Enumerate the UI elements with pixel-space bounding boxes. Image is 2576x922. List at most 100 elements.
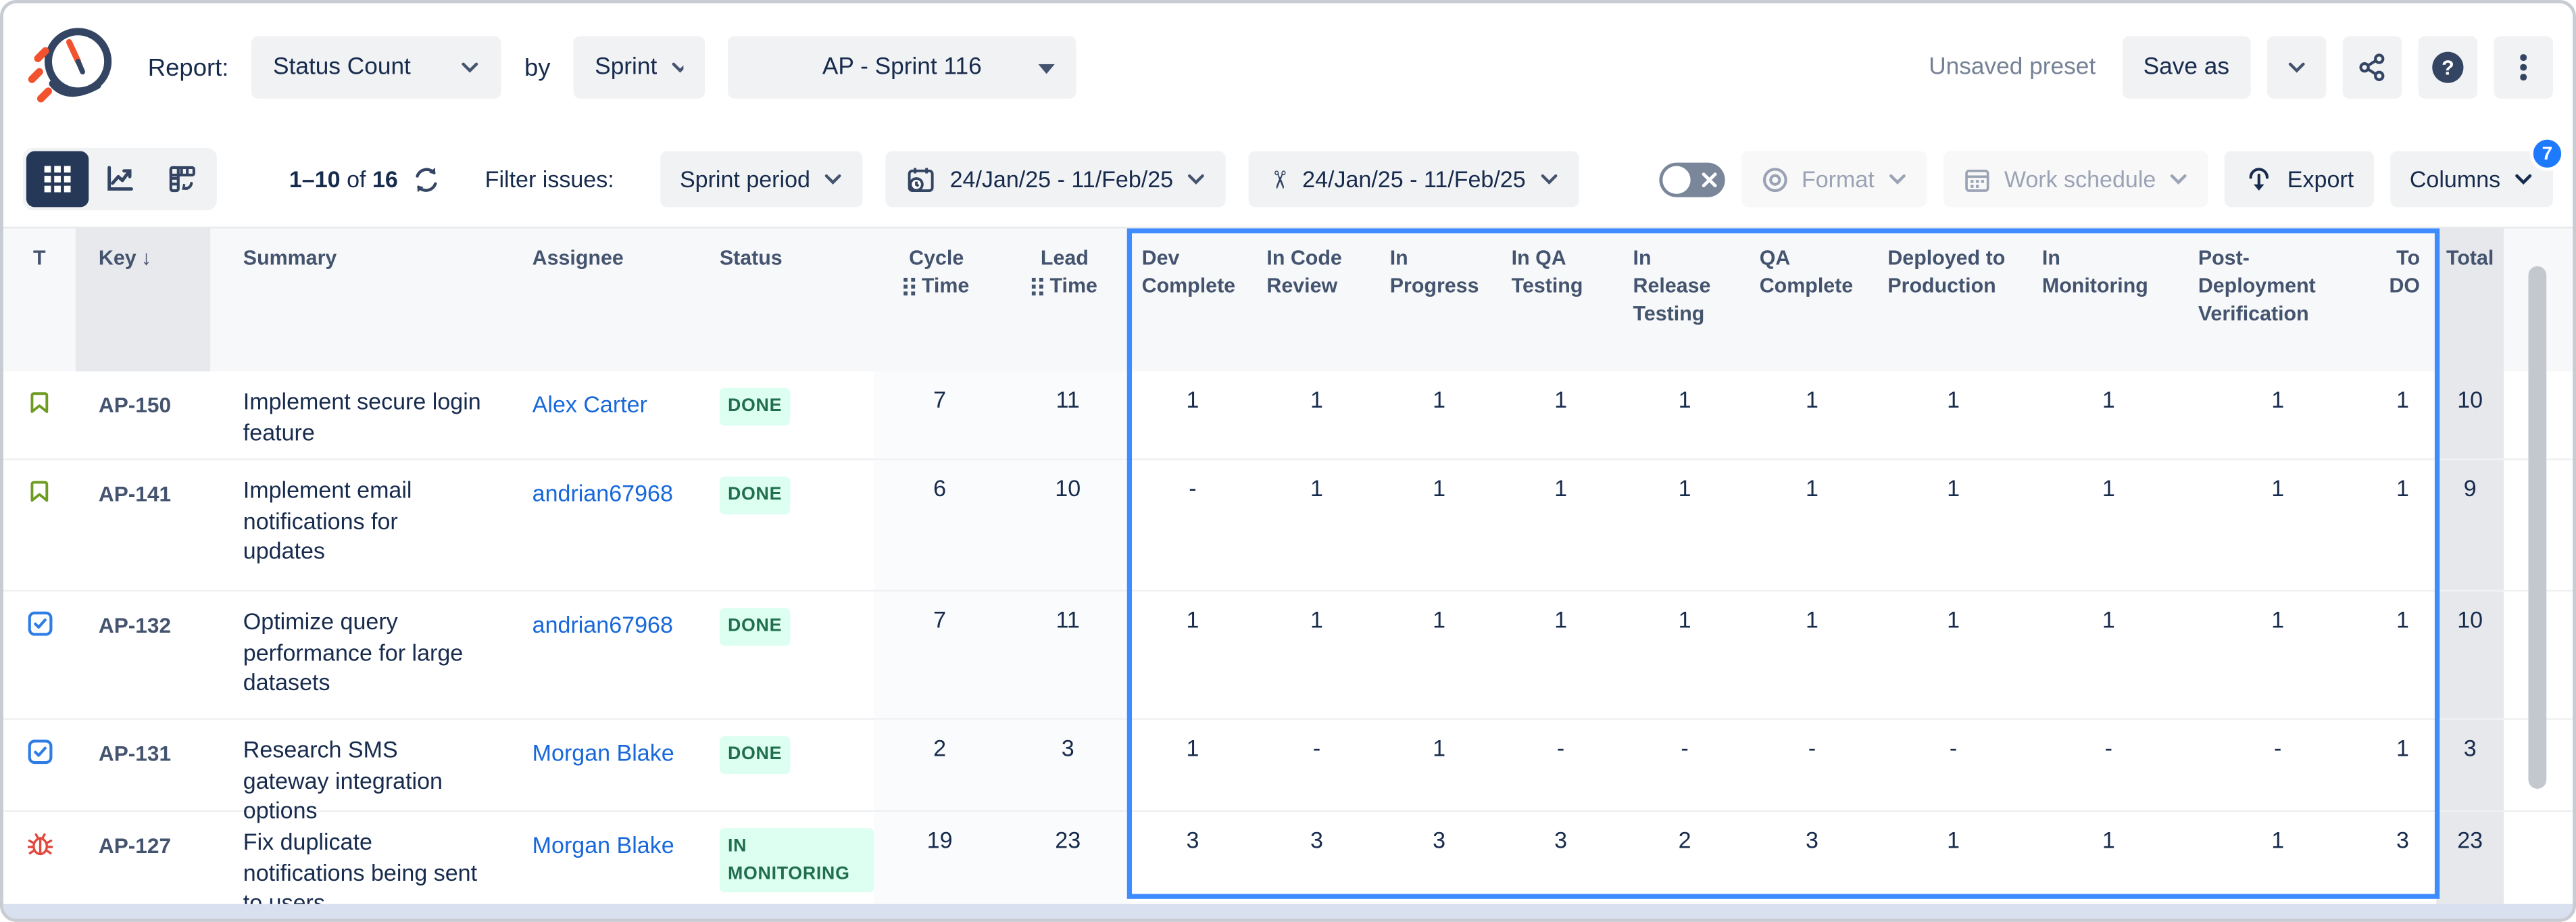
refresh-button[interactable]: [411, 164, 442, 195]
report-table: T Key↓ Summary Assignee Status Cycle Tim…: [3, 226, 2573, 919]
column-header-dev-complete[interactable]: Dev Complete: [1131, 228, 1256, 372]
column-header-post-deployment-verification[interactable]: Post-Deployment Verification: [2187, 228, 2369, 372]
lead-time-value: 11: [1006, 591, 1131, 718]
column-header-deployed-to-production[interactable]: Deployed to Production: [1876, 228, 2031, 372]
story-icon: [26, 478, 53, 504]
column-header-key[interactable]: Key↓: [76, 228, 210, 372]
share-button[interactable]: [2343, 36, 2402, 98]
status-count-value: 1: [1748, 460, 1877, 590]
columns-count-badge: 7: [2530, 137, 2565, 171]
horizontal-scrollbar-track[interactable]: [3, 904, 2573, 919]
group-by-value: Sprint: [595, 54, 657, 80]
status-count-value: 1: [2369, 720, 2437, 810]
column-header-in-monitoring[interactable]: In Monitoring: [2031, 228, 2187, 372]
column-header-total[interactable]: Total: [2436, 228, 2504, 372]
status-count-value: 1: [2369, 591, 2437, 718]
status-count-value: -: [1255, 720, 1378, 810]
status-count-value: 1: [2369, 371, 2437, 458]
assignee-link[interactable]: andrian67968: [532, 611, 673, 637]
assignee-link[interactable]: Morgan Blake: [532, 739, 674, 766]
chevron-down-icon: [1539, 172, 1558, 185]
table-row: AP-132 Optimize query performance for la…: [3, 591, 2573, 720]
save-options-button[interactable]: [2267, 36, 2327, 98]
format-label: Format: [1802, 166, 1875, 193]
column-header-summary[interactable]: Summary: [210, 228, 509, 372]
column-header-in-progress[interactable]: In Progress: [1379, 228, 1500, 372]
issue-key: AP-131: [76, 720, 210, 810]
column-header-assignee[interactable]: Assignee: [510, 228, 703, 372]
chevron-down-icon: [2169, 172, 2189, 185]
status-count-value: 1: [2031, 591, 2187, 718]
date-range-dropdown[interactable]: 24/Jan/25 - 11/Feb/25: [886, 151, 1226, 208]
columns-label: Columns: [2410, 166, 2500, 193]
task-icon: [26, 610, 53, 637]
pagination-of: of: [347, 166, 366, 193]
report-type-dropdown[interactable]: Status Count: [251, 36, 501, 98]
format-toggle[interactable]: [1658, 162, 1724, 196]
filter-period-dropdown[interactable]: Sprint period: [660, 151, 863, 208]
vertical-scrollbar[interactable]: [2528, 266, 2546, 789]
status-count-value: 1: [2369, 460, 2437, 590]
chevron-down-icon: [460, 61, 480, 74]
status-count-value: 1: [1379, 591, 1500, 718]
status-count-value: 1: [1255, 460, 1378, 590]
calendar-icon: [1963, 165, 1991, 193]
status-count-value: 1: [1131, 371, 1256, 458]
lead-time-value: 11: [1006, 371, 1131, 458]
column-header-qa-complete[interactable]: QA Complete: [1748, 228, 1877, 372]
save-as-button[interactable]: Save as: [2122, 36, 2251, 98]
work-schedule-dropdown: Work schedule: [1943, 151, 2208, 208]
column-header-status[interactable]: Status: [703, 228, 874, 372]
trim-range-dropdown[interactable]: ✂ 24/Jan/25 - 11/Feb/25: [1249, 151, 1579, 208]
cycle-time-value: 6: [874, 460, 1005, 590]
column-header-to-do[interactable]: To DO: [2369, 228, 2437, 372]
top-bar: Report: Status Count by Sprint AP - Spri…: [3, 3, 2573, 132]
table-header-row: T Key↓ Summary Assignee Status Cycle Tim…: [3, 226, 2573, 371]
export-button[interactable]: Export: [2225, 151, 2373, 208]
issue-type-cell: [3, 720, 76, 810]
column-header-in-qa-testing[interactable]: In QA Testing: [1500, 228, 1622, 372]
status-count-value: 1: [1379, 720, 1500, 810]
status-count-value: 1: [1379, 460, 1500, 590]
issue-summary: Research SMS gateway integration options: [210, 720, 509, 810]
status-count-value: 1: [1748, 591, 1877, 718]
group-by-dropdown[interactable]: Sprint: [574, 36, 705, 98]
column-header-type[interactable]: T: [3, 228, 76, 372]
by-label: by: [524, 53, 551, 81]
assignee-link[interactable]: andrian67968: [532, 480, 673, 506]
sprint-dropdown[interactable]: AP - Sprint 116: [728, 36, 1076, 98]
scissors-icon: ✂: [1266, 169, 1291, 190]
chevron-down-icon: [823, 172, 843, 185]
grid-view-button[interactable]: [26, 151, 89, 208]
grid-icon: [45, 166, 71, 193]
status-count-value: -: [1500, 720, 1622, 810]
status-count-value: 1: [1131, 591, 1256, 718]
chevron-down-icon: [2514, 172, 2533, 185]
status-count-value: 1: [2031, 371, 2187, 458]
column-header-cycle-time[interactable]: Cycle Time: [874, 228, 1005, 372]
refresh-icon: [411, 164, 442, 195]
date-range-value: 24/Jan/25 - 11/Feb/25: [950, 166, 1174, 193]
more-actions-button[interactable]: [2494, 36, 2553, 98]
sprint-value: AP - Sprint 116: [822, 54, 982, 80]
column-header-in-code-review[interactable]: In Code Review: [1255, 228, 1378, 372]
issue-key: AP-150: [76, 371, 210, 458]
view-switcher: [23, 148, 217, 210]
columns-dropdown[interactable]: Columns: [2390, 151, 2553, 208]
help-button[interactable]: ?: [2419, 36, 2478, 98]
chevron-down-icon: [1187, 172, 1206, 185]
assignee-link[interactable]: Alex Carter: [532, 391, 647, 418]
issue-summary: Optimize query performance for large dat…: [210, 591, 509, 718]
issue-key: AP-132: [76, 591, 210, 718]
column-header-in-release-testing[interactable]: In Release Testing: [1622, 228, 1748, 372]
pivot-view-button[interactable]: [151, 151, 214, 208]
total-value: 10: [2436, 371, 2504, 458]
toggle-knob: [1662, 165, 1689, 193]
column-header-lead-time[interactable]: Lead Time: [1006, 228, 1131, 372]
calendar-clock-icon: [906, 164, 937, 195]
status-count-value: 1: [1500, 591, 1622, 718]
chart-view-button[interactable]: [89, 151, 151, 208]
report-label: Report:: [148, 53, 229, 81]
assignee-link[interactable]: Morgan Blake: [532, 831, 674, 858]
lead-time-value: 3: [1006, 720, 1131, 810]
